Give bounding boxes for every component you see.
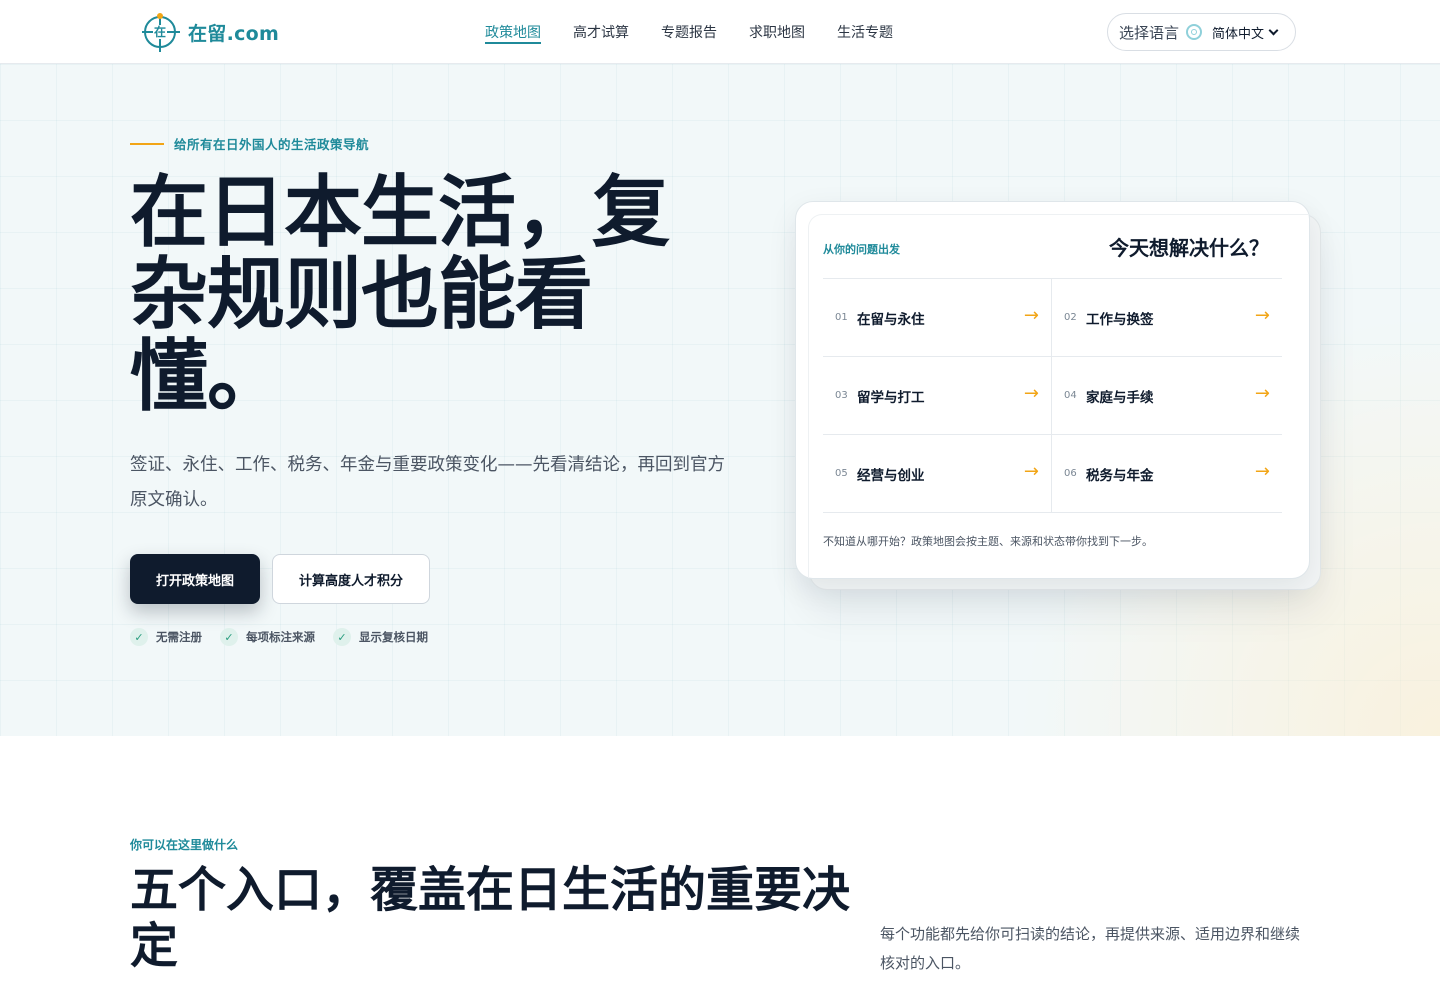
check-item: ✓ 显示复核日期 — [333, 628, 428, 646]
nav-hsp-calculator[interactable]: 高才试算 — [573, 0, 629, 64]
nav-life-topics[interactable]: 生活专题 — [837, 0, 893, 64]
logo[interactable]: 在 在留.com — [144, 13, 280, 49]
hero-subtitle: 签证、永住、工作、税务、年金与重要政策变化——先看清结论，再回到官方原文确认。 — [130, 455, 725, 510]
nav-reports[interactable]: 专题报告 — [661, 0, 717, 64]
arrow-right-icon: → — [1023, 461, 1039, 482]
card-eyebrow: 从你的问题出发 — [823, 243, 900, 256]
open-policy-map-button[interactable]: 打开政策地图 — [130, 554, 260, 604]
check-item: ✓ 无需注册 — [130, 628, 202, 646]
language-current[interactable]: 简体中文 — [1212, 23, 1264, 42]
language-selector[interactable]: 选择语言 简体中文 — [1107, 13, 1296, 51]
topic-number: 03 — [835, 390, 848, 401]
topic-work[interactable]: 02 工作与换签 → — [1052, 279, 1282, 357]
check-icon: ✓ — [220, 628, 238, 646]
section-description: 每个功能都先给你可扫读的结论，再提供来源、适用边界和继续核对的入口。 — [880, 925, 1301, 972]
hsp-calculator-button[interactable]: 计算高度人才积分 — [272, 554, 430, 604]
check-text: 无需注册 — [156, 630, 202, 644]
card-title: 今天想解决什么？ — [1109, 236, 1269, 260]
eyebrow-line — [130, 142, 164, 145]
topic-number: 05 — [835, 468, 848, 479]
topic-residence[interactable]: 01 在留与永住 → — [823, 279, 1052, 357]
arrow-right-icon: → — [1023, 305, 1039, 326]
nav-policy-map[interactable]: 政策地图 — [485, 0, 541, 64]
arrow-right-icon: → — [1023, 383, 1039, 404]
topic-business[interactable]: 05 经营与创业 → — [823, 435, 1052, 513]
hero-eyebrow-text: 给所有在日外国人的生活政策导航 — [174, 137, 370, 152]
section-title: 五个入口，覆盖在日生活的重要决定 — [130, 862, 851, 974]
topic-label: 工作与换签 — [1086, 311, 1154, 328]
arrow-right-icon: → — [1254, 305, 1270, 326]
topic-label: 经营与创业 — [857, 467, 925, 484]
topic-card: 从你的问题出发 今天想解决什么？ 01 在留与永住 → 02 工作与换签 → 0… — [795, 201, 1310, 579]
topic-number: 06 — [1064, 468, 1077, 479]
hero-title: 在日本生活，复杂规则也能看懂。 — [130, 168, 670, 422]
logo-mark-char: 在 — [152, 25, 167, 39]
topic-family[interactable]: 04 家庭与手续 → — [1052, 357, 1282, 435]
check-icon: ✓ — [333, 628, 351, 646]
topic-tax-pension[interactable]: 06 税务与年金 → — [1052, 435, 1282, 513]
section-eyebrow: 你可以在这里做什么 — [130, 838, 239, 852]
hero-eyebrow: 给所有在日外国人的生活政策导航 — [130, 134, 369, 153]
topic-number: 02 — [1064, 312, 1077, 323]
topic-label: 税务与年金 — [1086, 467, 1154, 484]
topic-label: 在留与永住 — [857, 311, 925, 328]
check-text: 显示复核日期 — [359, 630, 428, 644]
hero-section: 给所有在日外国人的生活政策导航 在日本生活，复杂规则也能看懂。 签证、永住、工作… — [0, 64, 1440, 736]
arrow-right-icon: → — [1254, 383, 1270, 404]
card-footnote: 不知道从哪开始？政策地图会按主题、来源和状态带你找到下一步。 — [823, 535, 1153, 548]
language-label: 选择语言 — [1119, 23, 1180, 42]
site-header: 在 在留.com 政策地图 高才试算 专题报告 求职地图 生活专题 选择语言 简… — [0, 0, 1440, 64]
logo-icon: 在 — [144, 13, 176, 48]
topic-label: 留学与打工 — [857, 389, 925, 406]
globe-icon — [1186, 24, 1203, 40]
arrow-right-icon: → — [1254, 461, 1270, 482]
check-icon: ✓ — [130, 628, 148, 646]
topic-number: 04 — [1064, 390, 1077, 401]
check-text: 每项标注来源 — [246, 630, 315, 644]
check-item: ✓ 每项标注来源 — [220, 628, 315, 646]
nav-job-map[interactable]: 求职地图 — [749, 0, 805, 64]
topic-grid: 01 在留与永住 → 02 工作与换签 → 03 留学与打工 → 04 家庭与手… — [823, 278, 1282, 513]
topic-study[interactable]: 03 留学与打工 → — [823, 357, 1052, 435]
feature-checks: ✓ 无需注册 ✓ 每项标注来源 ✓ 显示复核日期 — [130, 628, 446, 646]
main-nav: 政策地图 高才试算 专题报告 求职地图 生活专题 — [485, 0, 925, 64]
topic-number: 01 — [835, 312, 848, 323]
topic-label: 家庭与手续 — [1086, 389, 1154, 406]
chevron-down-icon — [1268, 25, 1279, 35]
logo-text: 在留.com — [188, 22, 280, 45]
